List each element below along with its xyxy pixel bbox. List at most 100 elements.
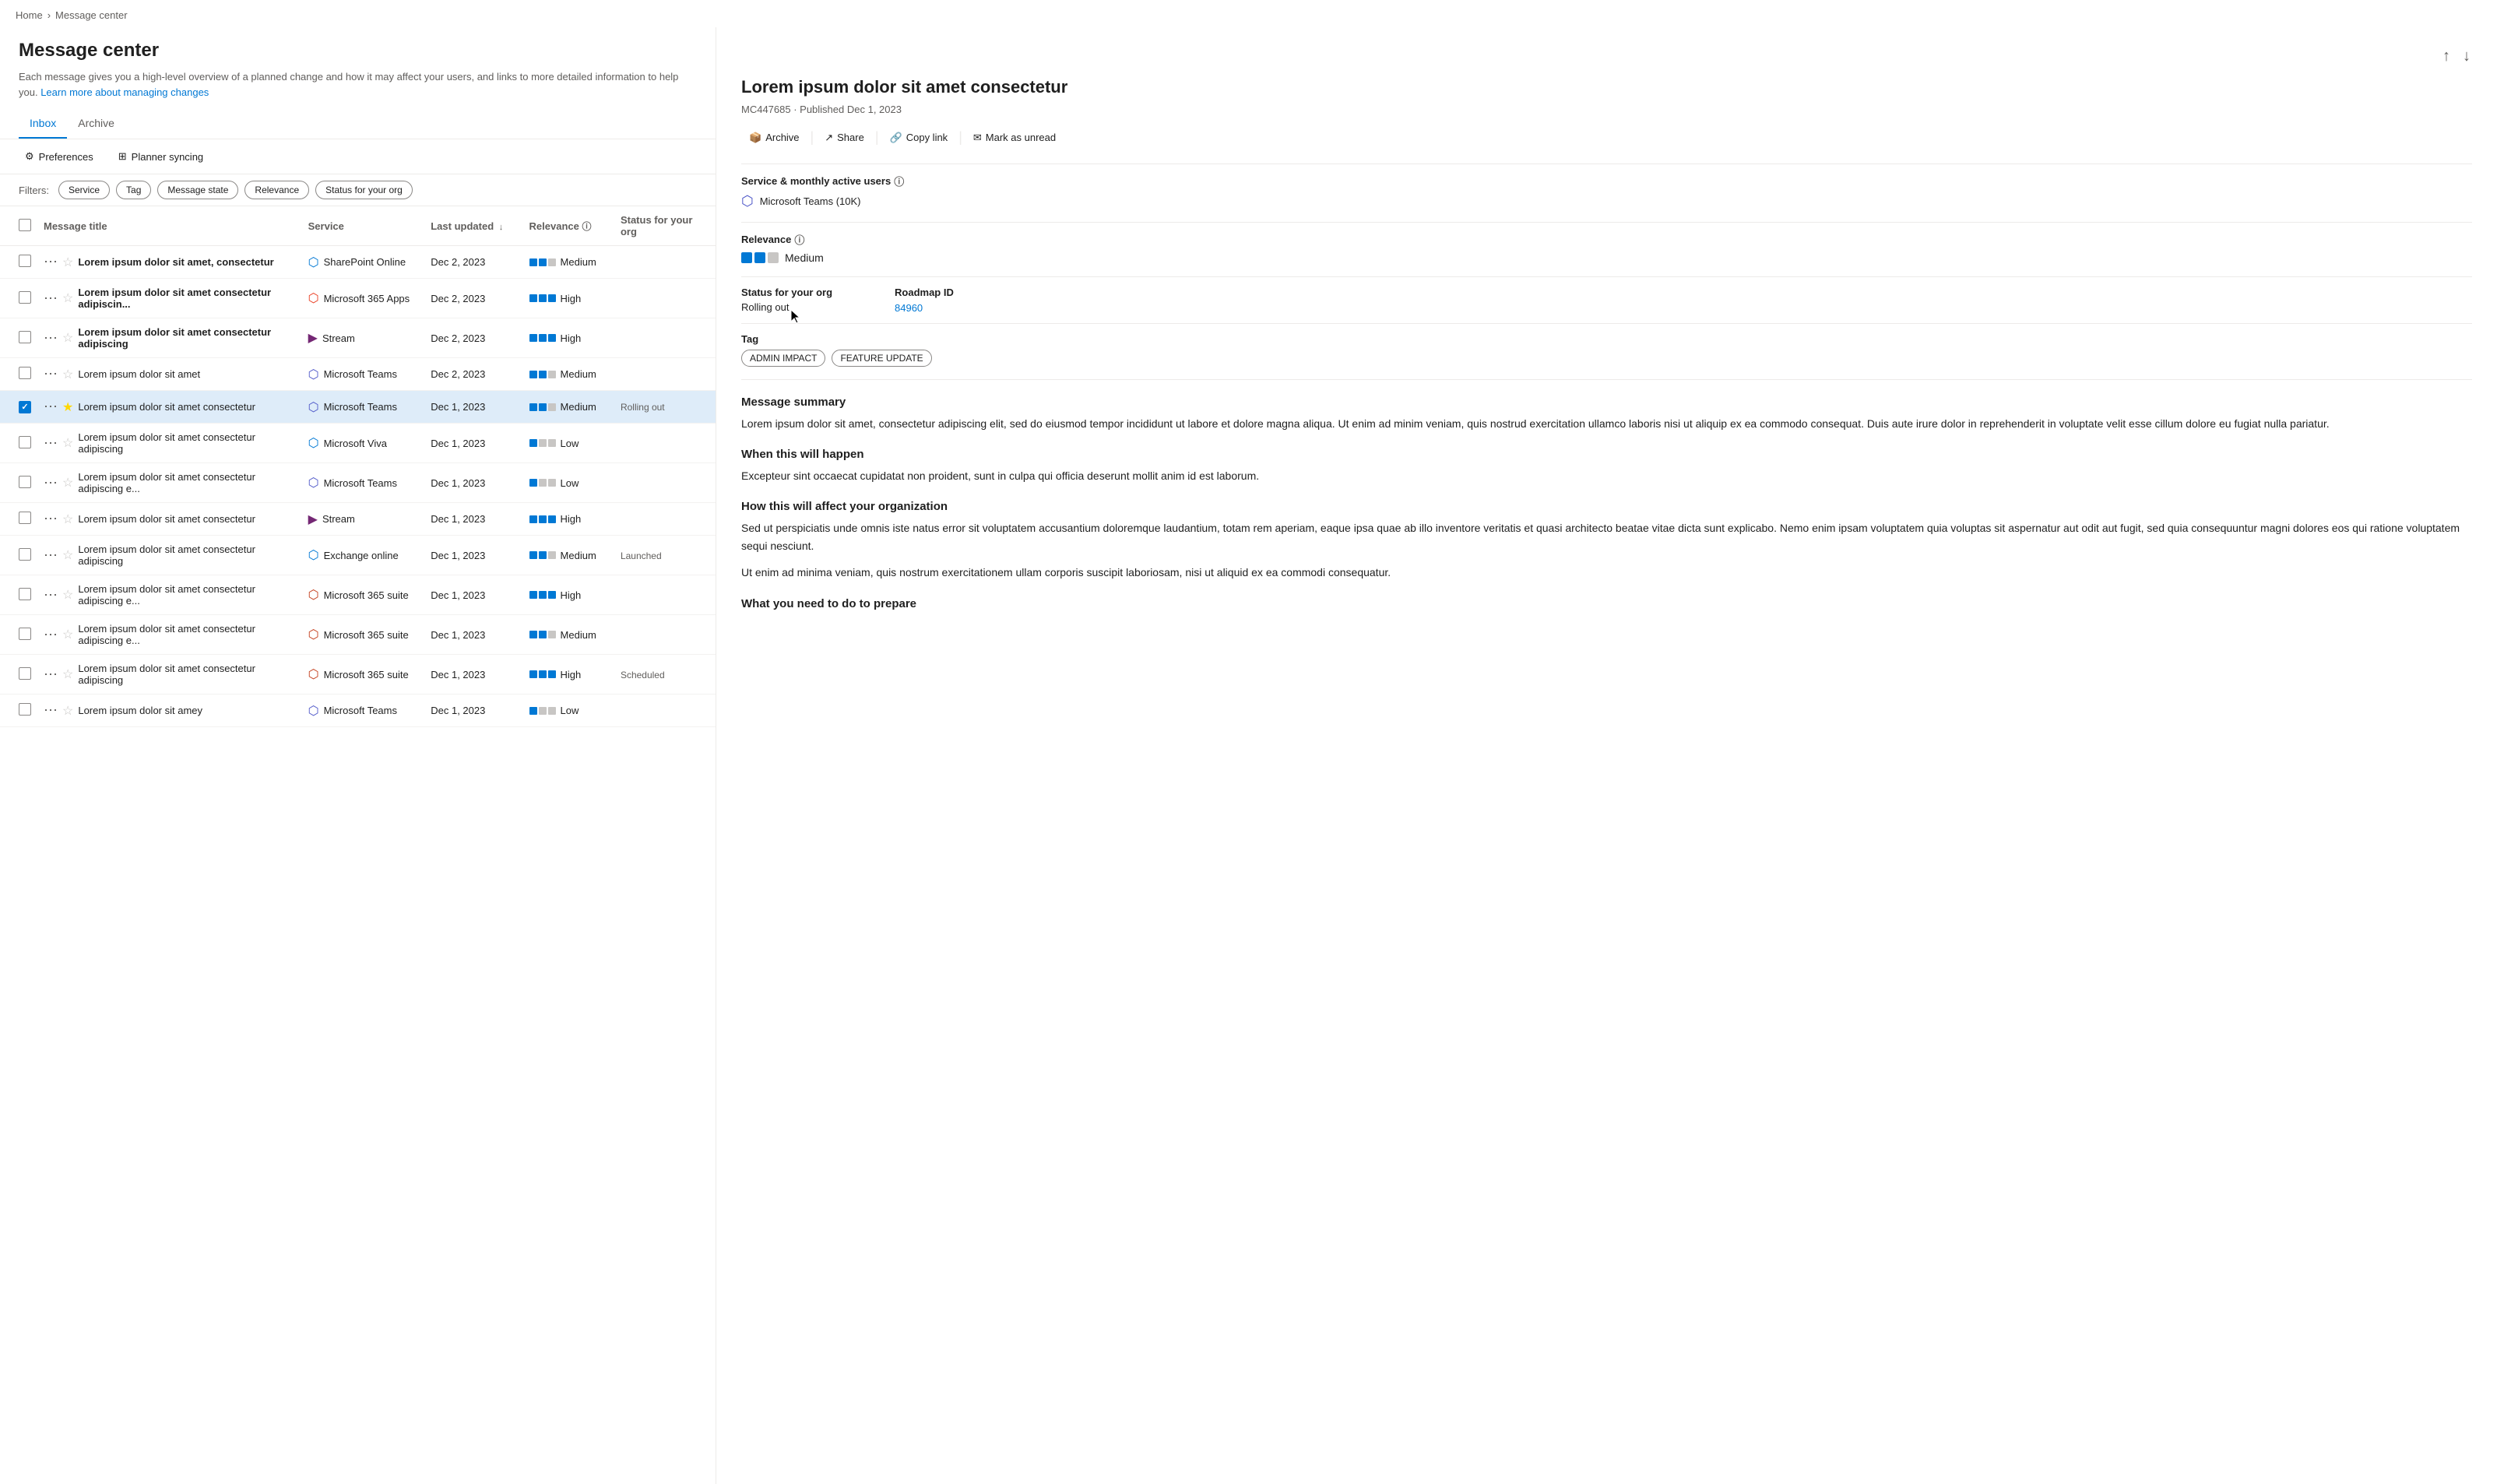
row-checkbox[interactable] [19, 588, 31, 600]
table-row[interactable]: ⋯ ☆ Lorem ipsum dolor sit amet consectet… [0, 318, 716, 358]
relevance-cell: High [529, 293, 608, 304]
rel-bar-2 [754, 252, 765, 263]
col-header-status: Status for your org [614, 206, 716, 246]
star-empty-icon[interactable]: ☆ [62, 666, 73, 682]
star-empty-icon[interactable]: ☆ [62, 587, 73, 603]
service-name: Microsoft Teams [324, 401, 397, 413]
service-cell: ⬡ Microsoft 365 Apps [308, 290, 419, 306]
row-checkbox[interactable] [19, 291, 31, 304]
star-empty-icon[interactable]: ☆ [62, 435, 73, 451]
table-row[interactable]: ⋯ ☆ Lorem ipsum dolor sit amet consectet… [0, 424, 716, 463]
nav-up-button[interactable]: ↑ [2441, 46, 2452, 67]
relevance-label: Medium [561, 401, 596, 413]
table-row[interactable]: ⋯ ☆ Lorem ipsum dolor sit amey ⬡ Microso… [0, 695, 716, 727]
row-more-icon[interactable]: ⋯ [44, 702, 58, 719]
row-more-icon[interactable]: ⋯ [44, 587, 58, 603]
row-more-icon[interactable]: ⋯ [44, 627, 58, 643]
relevance-bars [529, 551, 556, 559]
filter-status[interactable]: Status for your org [315, 181, 413, 199]
relevance-label: Medium [561, 256, 596, 268]
breadcrumb-home[interactable]: Home [16, 9, 43, 21]
service-icon: ⬡ [308, 547, 319, 563]
row-checkbox[interactable] [19, 367, 31, 379]
col-header-updated[interactable]: Last updated ↓ [424, 206, 522, 246]
table-row[interactable]: ⋯ ☆ Lorem ipsum dolor sit amet ⬡ Microso… [0, 358, 716, 391]
tab-inbox[interactable]: Inbox [19, 109, 67, 139]
star-empty-icon[interactable]: ☆ [62, 547, 73, 563]
table-row[interactable]: ⋯ ☆ Lorem ipsum dolor sit amet consectet… [0, 615, 716, 655]
bar-1 [529, 631, 537, 638]
row-more-icon[interactable]: ⋯ [44, 290, 58, 307]
star-icon[interactable]: ★ [62, 399, 73, 415]
row-more-icon[interactable]: ⋯ [44, 666, 58, 683]
row-checkbox[interactable] [19, 628, 31, 640]
relevance-label: Medium [561, 368, 596, 380]
row-more-icon[interactable]: ⋯ [44, 254, 58, 270]
star-empty-icon[interactable]: ☆ [62, 627, 73, 642]
share-icon: ↗ [825, 132, 833, 144]
bar-1 [529, 707, 537, 715]
service-section: Service & monthly active users ⓘ ⬡ Micro… [741, 174, 2472, 209]
star-empty-icon[interactable]: ☆ [62, 703, 73, 719]
star-empty-icon[interactable]: ☆ [62, 330, 73, 346]
row-checkbox[interactable] [19, 331, 31, 343]
relevance-label: High [561, 332, 582, 344]
planner-syncing-button[interactable]: ⊞ Planner syncing [112, 147, 209, 166]
table-row[interactable]: ⋯ ☆ Lorem ipsum dolor sit amet consectet… [0, 503, 716, 536]
table-row[interactable]: ⋯ ☆ Lorem ipsum dolor sit amet consectet… [0, 575, 716, 615]
affect-text-2: Ut enim ad minima veniam, quis nostrum e… [741, 564, 2472, 581]
message-title: Lorem ipsum dolor sit amet consectetur a… [78, 287, 295, 310]
filter-relevance[interactable]: Relevance [244, 181, 309, 199]
table-row[interactable]: ⋯ ☆ Lorem ipsum dolor sit amet, consecte… [0, 246, 716, 279]
row-more-icon[interactable]: ⋯ [44, 435, 58, 452]
row-checkbox[interactable] [19, 476, 31, 488]
row-checkbox[interactable] [19, 667, 31, 680]
service-name: Stream [322, 513, 355, 525]
row-checkbox[interactable] [19, 255, 31, 267]
rel-bar-1 [741, 252, 752, 263]
message-title: Lorem ipsum dolor sit amet [78, 368, 200, 380]
share-button[interactable]: ↗ Share [817, 128, 872, 148]
learn-more-link[interactable]: Learn more about managing changes [40, 86, 209, 98]
table-row[interactable]: ⋯ ★ Lorem ipsum dolor sit amet consectet… [0, 391, 716, 424]
star-empty-icon[interactable]: ☆ [62, 512, 73, 527]
row-checkbox[interactable] [19, 512, 31, 524]
select-all-checkbox[interactable] [19, 219, 31, 231]
star-empty-icon[interactable]: ☆ [62, 367, 73, 382]
tag-section: Tag ADMIN IMPACT FEATURE UPDATE [741, 333, 2472, 367]
row-more-icon[interactable]: ⋯ [44, 399, 58, 415]
bar-2 [539, 439, 547, 447]
table-row[interactable]: ⋯ ☆ Lorem ipsum dolor sit amet consectet… [0, 536, 716, 575]
filter-service[interactable]: Service [58, 181, 110, 199]
copy-link-button[interactable]: 🔗 Copy link [882, 128, 956, 148]
mark-unread-button[interactable]: ✉ Mark as unread [965, 128, 1064, 148]
row-more-icon[interactable]: ⋯ [44, 475, 58, 491]
status-badge: Rolling out [621, 402, 665, 413]
row-checkbox[interactable] [19, 548, 31, 561]
archive-button[interactable]: 📦 Archive [741, 128, 807, 148]
service-name: Microsoft Teams [324, 705, 397, 716]
filter-tag[interactable]: Tag [116, 181, 151, 199]
row-more-icon[interactable]: ⋯ [44, 511, 58, 527]
table-row[interactable]: ⋯ ☆ Lorem ipsum dolor sit amet consectet… [0, 279, 716, 318]
star-empty-icon[interactable]: ☆ [62, 290, 73, 306]
tab-archive[interactable]: Archive [67, 109, 125, 139]
row-checkbox[interactable] [19, 401, 31, 413]
row-more-icon[interactable]: ⋯ [44, 366, 58, 382]
nav-down-button[interactable]: ↓ [2461, 46, 2472, 67]
row-checkbox[interactable] [19, 703, 31, 716]
star-empty-icon[interactable]: ☆ [62, 475, 73, 491]
relevance-cell: Medium [529, 368, 608, 380]
preferences-button[interactable]: ⚙ Preferences [19, 147, 100, 166]
star-empty-icon[interactable]: ☆ [62, 255, 73, 270]
row-more-icon[interactable]: ⋯ [44, 330, 58, 346]
tabs-bar: Inbox Archive [0, 109, 716, 139]
roadmap-link[interactable]: 84960 [895, 302, 923, 314]
table-row[interactable]: ⋯ ☆ Lorem ipsum dolor sit amet consectet… [0, 463, 716, 503]
service-name: Stream [322, 332, 355, 344]
filter-message-state[interactable]: Message state [157, 181, 238, 199]
row-more-icon[interactable]: ⋯ [44, 547, 58, 564]
table-row[interactable]: ⋯ ☆ Lorem ipsum dolor sit amet consectet… [0, 655, 716, 695]
relevance-label: Low [561, 438, 579, 449]
row-checkbox[interactable] [19, 436, 31, 448]
